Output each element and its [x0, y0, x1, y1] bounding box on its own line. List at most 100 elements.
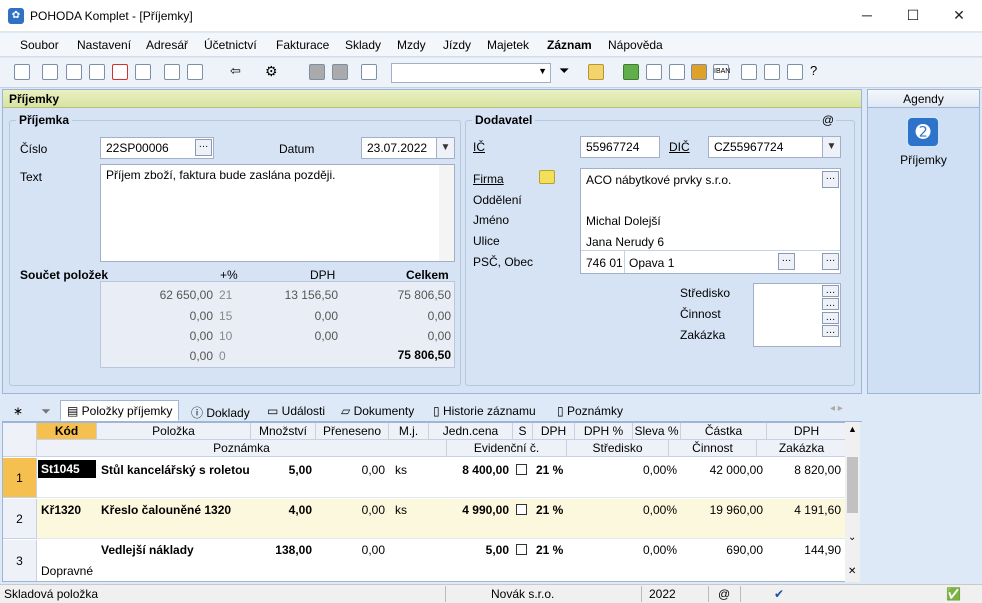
row-s-checkbox[interactable]	[516, 464, 527, 475]
print-icon[interactable]	[66, 64, 82, 80]
form-icon[interactable]	[764, 64, 780, 80]
tab-dokumenty[interactable]: ▱ Dokumenty	[334, 400, 421, 421]
menu-adresar[interactable]: Adresář	[146, 38, 188, 52]
agenda-icon[interactable]	[14, 64, 30, 80]
row-sleva[interactable]: 0,00%	[633, 463, 677, 477]
firma-picker-button[interactable]: …	[822, 171, 839, 188]
col-castka[interactable]: Částka	[681, 423, 767, 440]
export-icon[interactable]	[135, 64, 151, 80]
datum-field[interactable]: 23.07.2022 ▼	[361, 137, 455, 159]
close-button[interactable]: ✕	[936, 0, 982, 32]
filter-tab-icon[interactable]: ⏷	[34, 400, 58, 421]
row-sleva[interactable]: 0,00%	[633, 543, 677, 557]
row-preneseno[interactable]: 0,00	[316, 463, 385, 477]
zakazka-picker-button[interactable]: …	[822, 325, 839, 337]
psc-picker-button[interactable]: …	[822, 253, 839, 270]
status-email-icon[interactable]: @	[718, 587, 730, 601]
copy-icon[interactable]	[42, 64, 58, 80]
edit-icon[interactable]	[187, 64, 203, 80]
menu-sklady[interactable]: Sklady	[345, 38, 381, 52]
row-mnozstvi[interactable]: 5,00	[251, 463, 312, 477]
row-mnozstvi[interactable]: 4,00	[251, 503, 312, 517]
pdf-icon[interactable]	[112, 64, 128, 80]
row-polozka[interactable]: Křeslo čalouněné 1320	[101, 503, 231, 517]
row-castka[interactable]: 19 960,00	[681, 503, 763, 517]
row-dph[interactable]: 21 %	[536, 543, 563, 557]
row-jedn-cena[interactable]: 5,00	[429, 543, 509, 557]
menu-fakturace[interactable]: Fakturace	[276, 38, 329, 52]
address-book-icon[interactable]	[539, 170, 555, 184]
toolbar-search-combo[interactable]: ▼	[391, 63, 551, 83]
address-box[interactable]: ACO nábytkové prvky s.r.o. Michal Dolejš…	[580, 168, 841, 274]
grid-scrollbar[interactable]: ▲ ⌄ ✕	[845, 422, 860, 582]
col-preneseno[interactable]: Přeneseno	[316, 423, 389, 440]
ic-field[interactable]: 55967724	[580, 136, 660, 158]
menu-zaznam[interactable]: Záznam	[547, 38, 592, 52]
row-mj[interactable]: ks	[395, 463, 407, 477]
scroll-up-icon[interactable]: ▲	[848, 424, 857, 434]
prijemky-agenda-icon[interactable]: ➋	[906, 116, 940, 148]
calculator-icon[interactable]	[646, 64, 662, 80]
menu-napoveda[interactable]: Nápověda	[608, 38, 663, 52]
row-sleva[interactable]: 0,00%	[633, 503, 677, 517]
row-number[interactable]: 3	[3, 540, 37, 581]
col-mj[interactable]: M.j.	[389, 423, 429, 440]
dic-field[interactable]: CZ55967724 ▼	[708, 136, 841, 158]
list-icon[interactable]	[741, 64, 757, 80]
row-number[interactable]: 2	[3, 499, 37, 539]
col-dph-pct[interactable]: DPH %	[575, 423, 633, 440]
row-dph[interactable]: 21 %	[536, 503, 563, 517]
firma-label[interactable]: Firma	[473, 172, 504, 186]
row-jedn-cena[interactable]: 4 990,00	[429, 503, 509, 517]
minimize-button[interactable]: ─	[844, 0, 890, 32]
row-s-checkbox[interactable]	[516, 544, 527, 555]
row-polozka[interactable]: Stůl kancelářský s roletou	[101, 463, 250, 477]
row-mnozstvi[interactable]: 138,00	[251, 543, 312, 557]
col-kod[interactable]: Kód	[37, 423, 97, 440]
row-castka[interactable]: 690,00	[681, 543, 763, 557]
col-mnozstvi[interactable]: Množství	[251, 423, 316, 440]
row-s-checkbox[interactable]	[516, 504, 527, 515]
tab-historie-zaznamu[interactable]: ▯ Historie záznamu	[426, 400, 543, 421]
save-icon[interactable]	[309, 64, 325, 80]
col-stredisko[interactable]: Středisko	[567, 440, 669, 457]
help-icon[interactable]: ?	[810, 64, 826, 80]
row-mj[interactable]: ks	[395, 503, 407, 517]
row-dph[interactable]: 21 %	[536, 463, 563, 477]
col-evidencni[interactable]: Evidenční č.	[447, 440, 567, 457]
col-sleva[interactable]: Sleva %	[633, 423, 681, 440]
back-arrow-icon[interactable]: ⇦	[230, 64, 246, 80]
row-number[interactable]: 1	[3, 458, 37, 498]
row-kod[interactable]: St1045	[38, 460, 96, 478]
tab-polozky-prijemky[interactable]: ▤ Položky příjemky	[60, 400, 180, 421]
col-dph[interactable]: DPH	[533, 423, 575, 440]
menu-nastaveni[interactable]: Nastavení	[77, 38, 131, 52]
row-preneseno[interactable]: 0,00	[316, 503, 385, 517]
dic-label[interactable]: DIČ	[669, 140, 690, 154]
payment-icon[interactable]	[623, 64, 639, 80]
scroll-thumb[interactable]	[847, 457, 858, 513]
asterisk-tab[interactable]: ∗	[6, 400, 30, 421]
row-dph-value[interactable]: 144,90	[767, 543, 841, 557]
iban-icon[interactable]: IBAN	[713, 64, 730, 80]
tab-udalosti[interactable]: ▭ Události	[260, 400, 332, 421]
cislo-picker-button[interactable]: …	[195, 139, 212, 156]
menu-mzdy[interactable]: Mzdy	[397, 38, 426, 52]
preview-icon[interactable]	[89, 64, 105, 80]
settings-icon[interactable]: ⚙	[265, 64, 281, 80]
menu-jizdy[interactable]: Jízdy	[443, 38, 471, 52]
tab-doklady[interactable]: ⓘ Doklady	[184, 400, 257, 421]
row-polozka[interactable]: Vedlejší náklady	[101, 543, 194, 557]
menu-soubor[interactable]: Soubor	[20, 38, 59, 52]
col-polozka[interactable]: Položka	[97, 423, 251, 440]
col-poznamka[interactable]: Poznámka	[37, 440, 447, 457]
stredisko-picker-button-2[interactable]: …	[822, 298, 839, 310]
report-icon[interactable]	[787, 64, 803, 80]
paste-icon[interactable]	[361, 64, 377, 80]
row-kod[interactable]: Kř1320	[41, 503, 81, 517]
text-area[interactable]: Příjem zboží, faktura bude zaslána pozdě…	[100, 164, 455, 262]
tab-poznamky[interactable]: ▯ Poznámky	[550, 400, 630, 421]
bank-icon[interactable]	[691, 64, 707, 80]
stredisko-picker-button[interactable]: …	[822, 285, 839, 297]
filter-icon[interactable]: ⏷	[559, 64, 575, 80]
